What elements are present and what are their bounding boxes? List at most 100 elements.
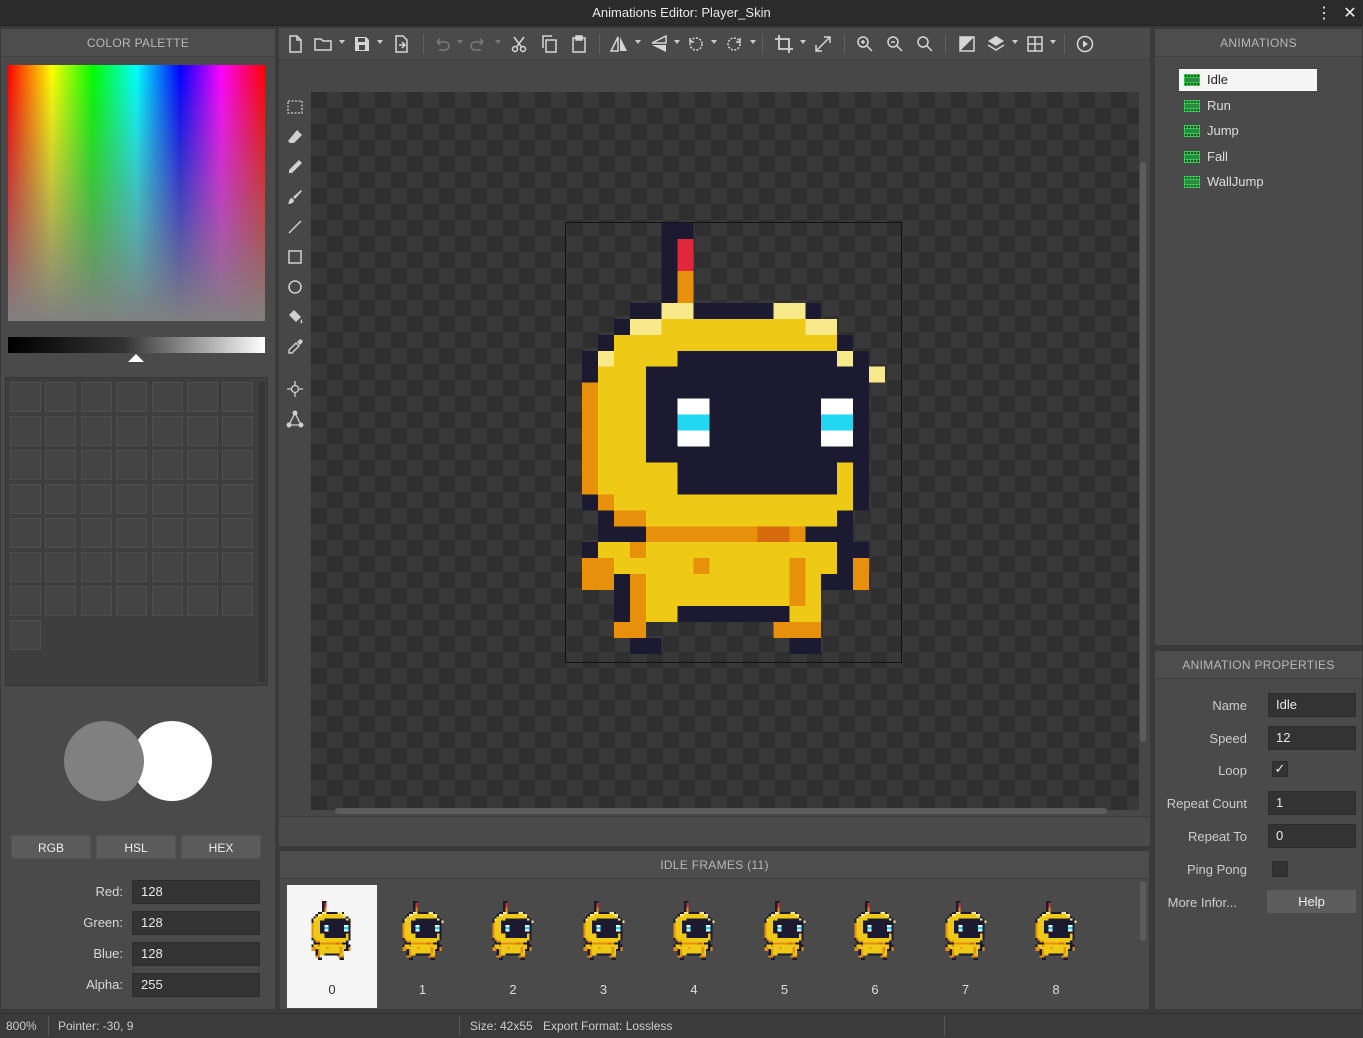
color-swatch-slot[interactable] (222, 484, 254, 514)
brightness-slider-thumb[interactable] (128, 354, 144, 362)
red-input[interactable]: 128 (132, 880, 260, 904)
color-swatch-slot[interactable] (10, 552, 41, 582)
new-file-icon[interactable] (285, 34, 305, 54)
color-swatch-slot[interactable] (45, 484, 77, 514)
color-swatch-slot[interactable] (80, 518, 112, 548)
color-swatch-slot[interactable] (187, 518, 218, 548)
save-dropdown-caret[interactable] (377, 40, 383, 44)
redo-icon[interactable] (469, 34, 489, 54)
fill-tool-icon[interactable] (286, 308, 304, 326)
ellipse-tool-icon[interactable] (286, 278, 304, 296)
color-swatch-slot[interactable] (187, 586, 218, 616)
copy-icon[interactable] (539, 34, 559, 54)
ping-pong-checkbox[interactable] (1272, 861, 1288, 877)
canvas-vertical-scrollbar[interactable] (1140, 162, 1146, 742)
rotate-left-dropdown-caret[interactable] (711, 40, 717, 44)
zoom-reset-icon[interactable] (915, 34, 935, 54)
color-swatch-slot[interactable] (222, 586, 254, 616)
color-swatch-slot[interactable] (80, 586, 112, 616)
animation-item-walljump[interactable]: WallJump (1179, 171, 1317, 193)
eraser-tool-icon[interactable] (286, 128, 304, 146)
color-swatch-slot[interactable] (151, 382, 183, 412)
color-swatch-slot[interactable] (151, 552, 183, 582)
flip-vertical-icon[interactable] (649, 34, 669, 54)
line-tool-icon[interactable] (286, 218, 304, 236)
paste-icon[interactable] (569, 34, 589, 54)
layers-icon[interactable] (986, 34, 1006, 54)
crop-dropdown-caret[interactable] (800, 40, 806, 44)
color-swatch-slot[interactable] (45, 450, 77, 480)
redo-dropdown-caret[interactable] (495, 40, 501, 44)
color-swatch-slot[interactable] (116, 484, 148, 514)
zoom-in-icon[interactable] (855, 34, 875, 54)
color-swatch-slot[interactable] (80, 382, 112, 412)
flip-horizontal-icon[interactable] (609, 34, 629, 54)
color-swatch-slot[interactable] (222, 416, 254, 446)
color-swatch-slot[interactable] (10, 620, 41, 650)
color-swatch-slot[interactable] (187, 382, 218, 412)
color-swatch-slot[interactable] (10, 518, 41, 548)
secondary-color-swatch[interactable] (132, 721, 212, 801)
color-swatch-slot[interactable] (45, 518, 77, 548)
primary-color-swatch[interactable] (64, 721, 144, 801)
layers-dropdown-caret[interactable] (1012, 40, 1018, 44)
frame-thumbnail[interactable]: 1 (378, 885, 468, 1008)
color-swatch-slot[interactable] (80, 416, 112, 446)
green-input[interactable]: 128 (132, 911, 260, 935)
name-input[interactable]: Idle (1268, 693, 1356, 717)
color-swatch-slot[interactable] (80, 484, 112, 514)
frame-thumbnail[interactable]: 6 (830, 885, 920, 1008)
mode-hsl-button[interactable]: HSL (96, 835, 176, 859)
color-swatch-slot[interactable] (116, 552, 148, 582)
pencil-tool-icon[interactable] (286, 158, 304, 176)
frame-thumbnail[interactable]: 5 (740, 885, 830, 1008)
canvas-horizontal-scrollbar[interactable] (335, 808, 1107, 814)
frame-thumbnail[interactable]: 3 (559, 885, 649, 1008)
animation-item-jump[interactable]: Jump (1179, 120, 1317, 142)
color-swatch-slot[interactable] (222, 552, 254, 582)
color-swatch-slot[interactable] (10, 416, 41, 446)
color-swatch-slot[interactable] (45, 552, 77, 582)
color-swatch-slot[interactable] (187, 484, 218, 514)
brightness-slider[interactable] (8, 337, 265, 353)
pivot-tool-icon[interactable] (286, 380, 304, 398)
help-button[interactable]: Help (1267, 890, 1356, 913)
play-icon[interactable] (1075, 34, 1095, 54)
undo-dropdown-caret[interactable] (457, 40, 463, 44)
color-swatch-slot[interactable] (45, 382, 77, 412)
frame-thumbnail[interactable]: 4 (649, 885, 739, 1008)
swatch-scrollbar[interactable] (259, 382, 265, 682)
animation-item-run[interactable]: Run (1179, 95, 1317, 117)
flip-horizontal-dropdown-caret[interactable] (635, 40, 641, 44)
undo-icon[interactable] (431, 34, 451, 54)
color-spectrum-picker[interactable] (8, 65, 265, 321)
color-swatch-slot[interactable] (116, 450, 148, 480)
frame-thumbnail[interactable]: 7 (921, 885, 1011, 1008)
rectangle-tool-icon[interactable] (286, 248, 304, 266)
color-swatch-slot[interactable] (187, 450, 218, 480)
close-icon[interactable]: ✕ (1340, 3, 1360, 23)
eyedropper-tool-icon[interactable] (286, 338, 304, 356)
color-swatch-slot[interactable] (151, 586, 183, 616)
color-swatch-slot[interactable] (10, 450, 41, 480)
color-swatch-slot[interactable] (45, 586, 77, 616)
rotate-right-icon[interactable] (724, 34, 744, 54)
color-swatch-slot[interactable] (222, 450, 254, 480)
export-icon[interactable] (391, 34, 411, 54)
frames-scrollbar[interactable] (1140, 881, 1146, 941)
selection-tool-icon[interactable] (286, 98, 304, 116)
color-swatch-slot[interactable] (222, 382, 254, 412)
color-swatch-slot[interactable] (116, 382, 148, 412)
grid-icon[interactable] (1025, 34, 1045, 54)
color-swatch-slot[interactable] (116, 416, 148, 446)
mode-rgb-button[interactable]: RGB (11, 835, 91, 859)
cut-icon[interactable] (509, 34, 529, 54)
loop-checkbox[interactable]: ✓ (1272, 761, 1288, 777)
color-swatch-slot[interactable] (10, 382, 41, 412)
frame-thumbnail[interactable]: 8 (1011, 885, 1101, 1008)
speed-input[interactable]: 12 (1268, 726, 1356, 750)
resize-icon[interactable] (813, 34, 833, 54)
color-swatch-slot[interactable] (151, 450, 183, 480)
repeat-count-input[interactable]: 1 (1268, 791, 1356, 815)
crop-icon[interactable] (774, 34, 794, 54)
